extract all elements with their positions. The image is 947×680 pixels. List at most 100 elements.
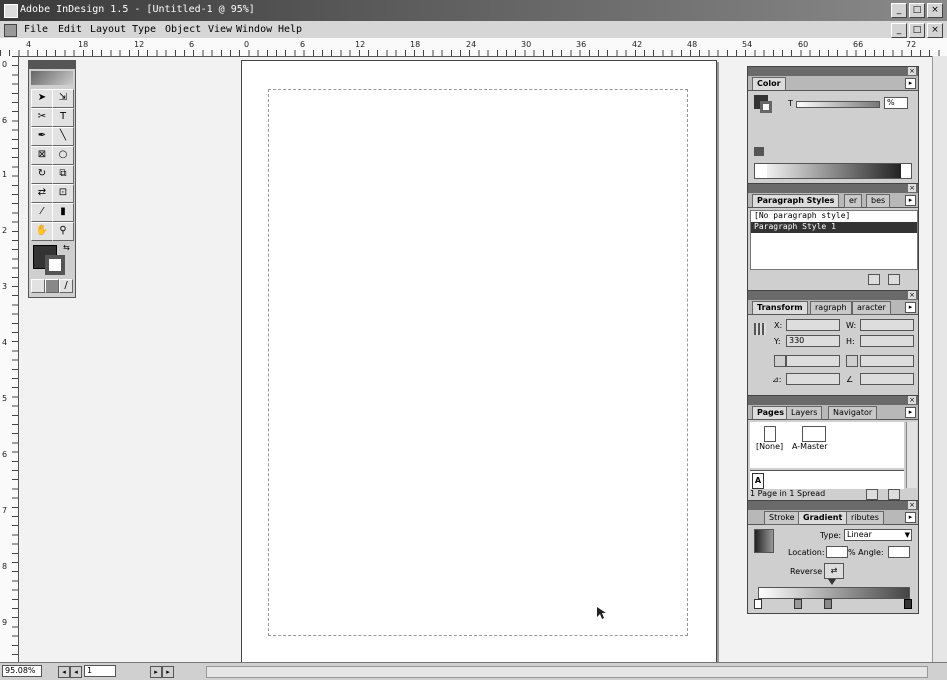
gradient-stop[interactable]: [794, 599, 802, 609]
tab-paragraph-styles[interactable]: Paragraph Styles: [752, 194, 840, 207]
color-ramp[interactable]: [754, 163, 912, 179]
hand-tool-icon[interactable]: ✋: [31, 222, 53, 241]
rotation-field[interactable]: [786, 373, 840, 385]
midpoint-diamond[interactable]: [828, 579, 836, 585]
y-field[interactable]: 330: [786, 335, 840, 347]
none-swatch[interactable]: [755, 164, 767, 178]
minimize-button[interactable]: _: [891, 3, 907, 18]
tab-character[interactable]: aracter: [852, 301, 891, 315]
tab-swatches[interactable]: bes: [866, 194, 891, 208]
gradient-stop[interactable]: [904, 599, 912, 609]
color-swatch-icon[interactable]: [754, 147, 764, 156]
doc-restore-button[interactable]: □: [909, 23, 925, 38]
list-item[interactable]: [No paragraph style]: [751, 211, 917, 222]
panel-menu-icon[interactable]: ▸: [905, 302, 916, 313]
pages-scrollbar[interactable]: [906, 422, 917, 488]
shear-tool-icon[interactable]: ⇄: [31, 184, 53, 203]
doc-close-button[interactable]: ×: [927, 23, 943, 38]
tint-field[interactable]: %: [884, 97, 908, 109]
horizontal-scrollbar[interactable]: [206, 666, 928, 678]
menu-layout[interactable]: Layout: [90, 24, 126, 35]
tab-color[interactable]: Color: [752, 77, 786, 90]
menu-help[interactable]: Help: [278, 24, 302, 35]
toolbox-caption[interactable]: [29, 61, 75, 69]
panel-menu-icon[interactable]: ▸: [905, 195, 916, 206]
apply-gradient-icon[interactable]: [45, 279, 59, 293]
eyedropper-tool-icon[interactable]: ⁄: [31, 203, 53, 222]
direct-selection-tool-icon[interactable]: ⇲: [52, 89, 74, 108]
menu-file[interactable]: File: [24, 24, 48, 35]
h-field[interactable]: [860, 335, 914, 347]
rotate-tool-icon[interactable]: ↻: [31, 165, 53, 184]
scissors-tool-icon[interactable]: ✂: [31, 108, 53, 127]
a-master-icon[interactable]: [802, 426, 826, 442]
close-panel-icon[interactable]: ×: [908, 396, 916, 404]
w-field[interactable]: [860, 319, 914, 331]
tab-stroke[interactable]: Stroke: [764, 511, 800, 525]
selection-tool-icon[interactable]: ➤: [31, 89, 53, 108]
gradient-tool-icon[interactable]: ▮: [52, 203, 74, 222]
panel-menu-icon[interactable]: ▸: [905, 407, 916, 418]
tab-paragraph[interactable]: ragraph: [810, 301, 852, 315]
gradient-ramp[interactable]: [758, 587, 910, 599]
type-select[interactable]: Linear ▼: [844, 529, 912, 541]
stroke-swatch[interactable]: [45, 255, 65, 275]
location-field[interactable]: [826, 546, 848, 558]
vertical-scrollbar[interactable]: [932, 56, 947, 662]
page-field[interactable]: 1: [84, 665, 116, 677]
reverse-button[interactable]: ⇄: [824, 563, 844, 579]
rectangle-frame-tool-icon[interactable]: ⊠: [31, 146, 53, 165]
horizontal-ruler[interactable]: 4 18 12 6 0 6 12 18 24 30 36 42 48 54 60…: [0, 38, 947, 57]
tab-gradient[interactable]: Gradient: [798, 511, 848, 524]
trash-icon[interactable]: [888, 489, 900, 500]
scale-x-field[interactable]: [786, 355, 840, 367]
next-page-icon[interactable]: ▸: [150, 666, 162, 678]
tab-attributes[interactable]: ributes: [846, 511, 884, 525]
free-transform-tool-icon[interactable]: ⊡: [52, 184, 74, 203]
vertical-ruler[interactable]: 0 6 1 2 3 4 5 6 7 8 9: [0, 56, 19, 662]
zoom-tool-icon[interactable]: ⚲: [52, 222, 74, 241]
angle-field[interactable]: [888, 546, 910, 558]
reference-point-icon[interactable]: [754, 323, 766, 335]
menu-view[interactable]: View: [208, 24, 232, 35]
swap-colors-icon[interactable]: ⇆: [63, 243, 71, 252]
menu-edit[interactable]: Edit: [58, 24, 82, 35]
trash-icon[interactable]: [888, 274, 900, 285]
tab-navigator[interactable]: Navigator: [828, 406, 878, 420]
doc-minimize-button[interactable]: _: [891, 23, 907, 38]
line-tool-icon[interactable]: ╲: [52, 127, 74, 146]
close-panel-icon[interactable]: ×: [908, 184, 916, 192]
x-field[interactable]: [786, 319, 840, 331]
close-panel-icon[interactable]: ×: [908, 501, 916, 509]
tab-transform[interactable]: Transform: [752, 301, 808, 314]
menu-object[interactable]: Object: [165, 24, 201, 35]
close-panel-icon[interactable]: ×: [908, 291, 916, 299]
shear-field[interactable]: [860, 373, 914, 385]
panel-menu-icon[interactable]: ▸: [905, 512, 916, 523]
type-tool-icon[interactable]: T: [52, 108, 74, 127]
scale-y-field[interactable]: [860, 355, 914, 367]
menu-type[interactable]: Type: [132, 24, 156, 35]
stroke-proxy[interactable]: [760, 101, 772, 113]
close-button[interactable]: ×: [927, 3, 943, 18]
zoom-field[interactable]: 95.08%: [2, 665, 42, 677]
first-page-icon[interactable]: ◂: [58, 666, 70, 678]
gradient-stop[interactable]: [824, 599, 832, 609]
tab-character-styles[interactable]: er: [844, 194, 863, 208]
page-thumbnail[interactable]: A: [752, 473, 764, 489]
apply-none-icon[interactable]: /: [59, 279, 73, 293]
white-swatch[interactable]: [901, 164, 911, 178]
apply-color-icon[interactable]: [31, 279, 45, 293]
gradient-stop[interactable]: [754, 599, 762, 609]
ellipse-tool-icon[interactable]: ○: [52, 146, 74, 165]
close-panel-icon[interactable]: ×: [908, 67, 916, 75]
new-page-icon[interactable]: [866, 489, 878, 500]
list-item[interactable]: Paragraph Style 1: [751, 222, 917, 233]
new-style-icon[interactable]: [868, 274, 880, 285]
menu-window[interactable]: Window: [236, 24, 272, 35]
pen-tool-icon[interactable]: ✒: [31, 127, 53, 146]
last-page-icon[interactable]: ▸: [162, 666, 174, 678]
maximize-button[interactable]: □: [909, 3, 925, 18]
previous-page-icon[interactable]: ◂: [70, 666, 82, 678]
tab-layers[interactable]: Layers: [786, 406, 823, 420]
